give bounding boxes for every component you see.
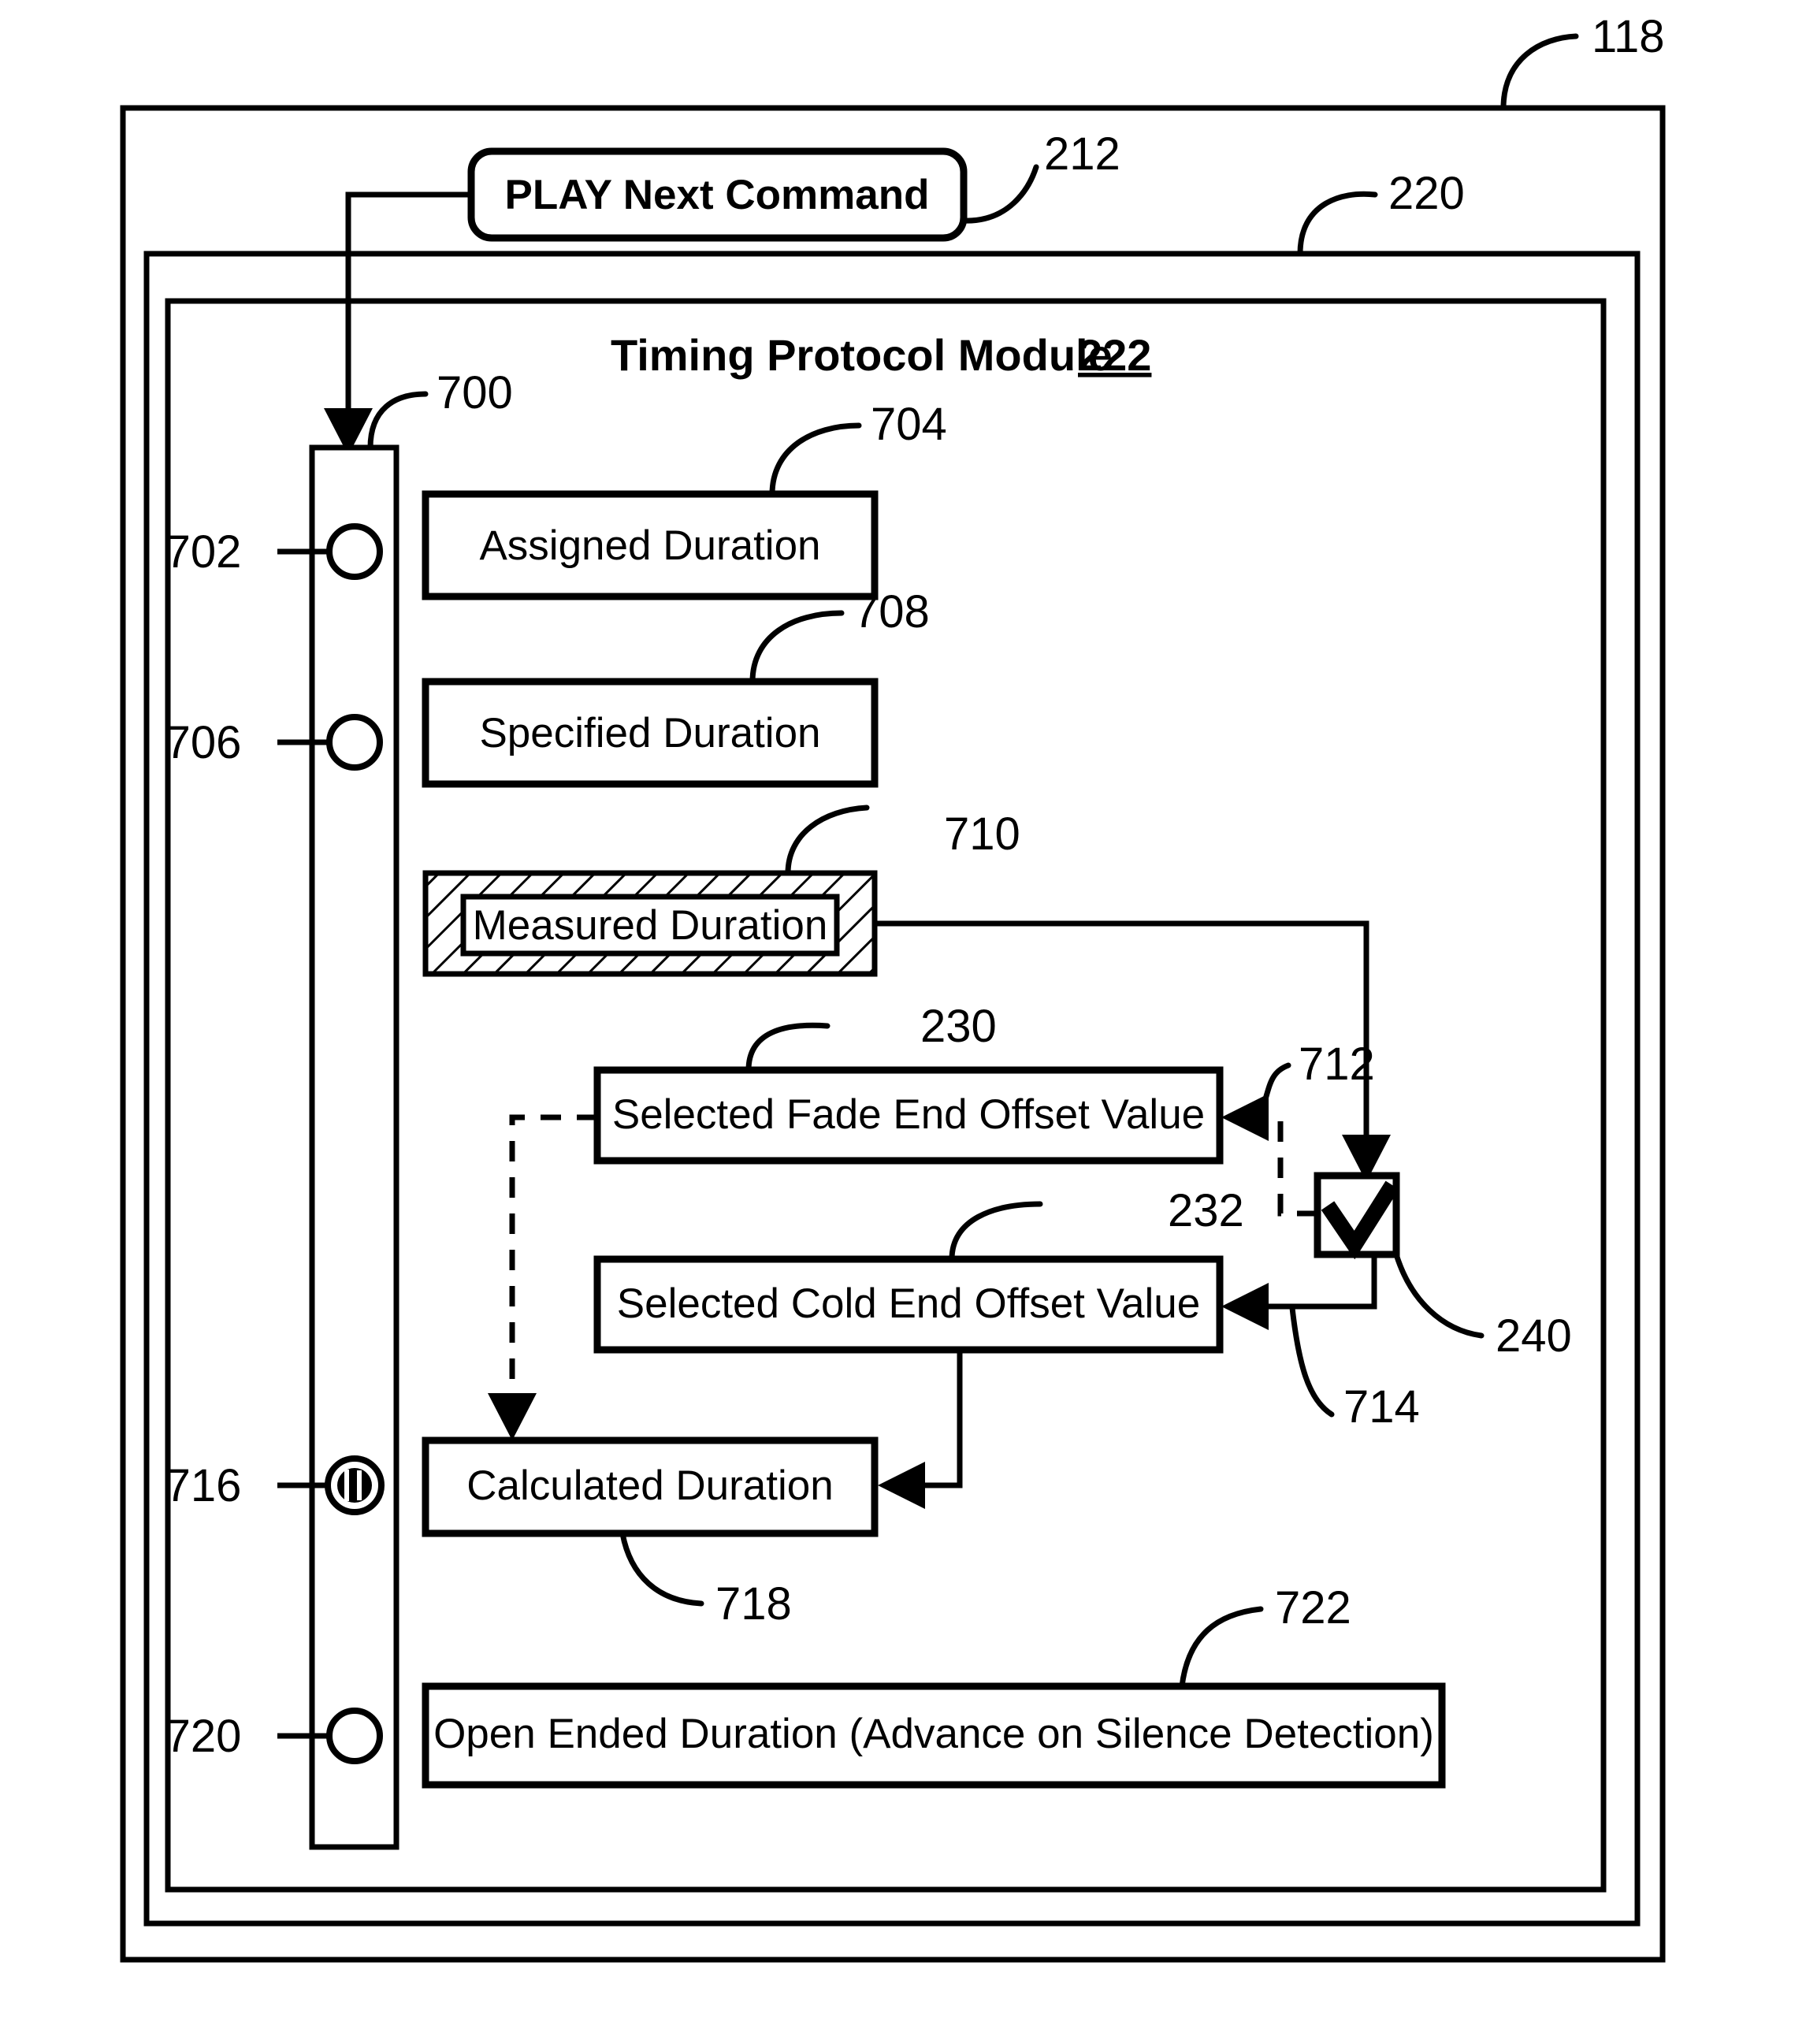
leader-line-240 xyxy=(1393,1251,1485,1339)
measured-duration-label: Measured Duration xyxy=(473,902,828,949)
leader-line-220 xyxy=(1297,191,1378,257)
arrowhead-cold-end-to-calculated xyxy=(878,1462,925,1509)
module-title: Timing Protocol Module xyxy=(611,330,1113,380)
ref-numeral-716: 716 xyxy=(165,1460,242,1511)
ref-numeral-230: 230 xyxy=(920,1001,997,1052)
leader-line-232 xyxy=(949,1201,1043,1262)
ref-numeral-702: 702 xyxy=(165,526,242,578)
ref-numeral-232: 232 xyxy=(1168,1185,1244,1236)
selector-option-706[interactable] xyxy=(326,714,383,771)
connector-checkbox-to-cold-end xyxy=(1265,1254,1377,1310)
ref-numeral-714: 714 xyxy=(1343,1381,1420,1433)
leader-line-704 xyxy=(769,422,862,497)
leader-line-212 xyxy=(961,164,1039,224)
leader-line-118 xyxy=(1500,33,1579,111)
ref-numeral-712: 712 xyxy=(1299,1039,1375,1090)
arrowhead-fade-end-to-calculated xyxy=(488,1393,537,1440)
leader-line-722 xyxy=(1179,1606,1264,1689)
connector-fade-end-to-calculated xyxy=(509,1114,597,1410)
selector-bar-700[interactable] xyxy=(309,444,399,1850)
leader-line-718 xyxy=(619,1530,704,1607)
ref-numeral-700: 700 xyxy=(437,367,513,418)
assigned-duration-label: Assigned Duration xyxy=(479,522,820,569)
ref-numeral-722: 722 xyxy=(1275,1582,1351,1633)
ref-numeral-118: 118 xyxy=(1592,11,1664,62)
module-ref-222: 222 xyxy=(1078,330,1151,380)
ref-numeral-708: 708 xyxy=(853,586,930,637)
open-ended-duration-label: Open Ended Duration (Advance on Silence … xyxy=(433,1711,1434,1757)
leader-line-710 xyxy=(785,805,870,876)
leader-line-230 xyxy=(745,1022,831,1073)
ref-numeral-220: 220 xyxy=(1388,168,1465,219)
diagram-canvas: 118 220 PLAY Next Command 212 Timing Pro… xyxy=(120,11,1666,1963)
connector-cold-end-to-calculated xyxy=(922,1350,963,1488)
leader-line-714 xyxy=(1289,1305,1335,1418)
ref-numeral-710: 710 xyxy=(944,808,1020,860)
selector-option-716-inner-fill xyxy=(337,1468,372,1503)
leader-line-708 xyxy=(749,610,845,685)
ref-numeral-212: 212 xyxy=(1044,128,1120,180)
selector-option-720[interactable] xyxy=(326,1708,383,1764)
ref-numeral-704: 704 xyxy=(871,399,947,450)
specified-duration-label: Specified Duration xyxy=(479,710,820,756)
selected-cold-end-offset-value-label: Selected Cold End Offset Value xyxy=(617,1280,1201,1327)
patent-figure: 118 220 PLAY Next Command 212 Timing Pro… xyxy=(0,0,1806,2044)
ref-numeral-240: 240 xyxy=(1496,1310,1572,1362)
selected-fade-end-offset-value-label: Selected Fade End Offset Value xyxy=(612,1091,1205,1138)
ref-numeral-706: 706 xyxy=(165,717,242,768)
leader-line-712 xyxy=(1256,1062,1291,1120)
play-next-command-label: PLAY Next Command xyxy=(505,172,930,218)
arrowhead-checkbox-to-cold-end xyxy=(1221,1283,1269,1330)
ref-numeral-720: 720 xyxy=(165,1711,242,1762)
calculated-duration-label: Calculated Duration xyxy=(466,1462,833,1509)
leader-line-700 xyxy=(367,391,429,451)
ref-numeral-718: 718 xyxy=(715,1578,792,1630)
selector-option-702[interactable] xyxy=(326,523,383,580)
